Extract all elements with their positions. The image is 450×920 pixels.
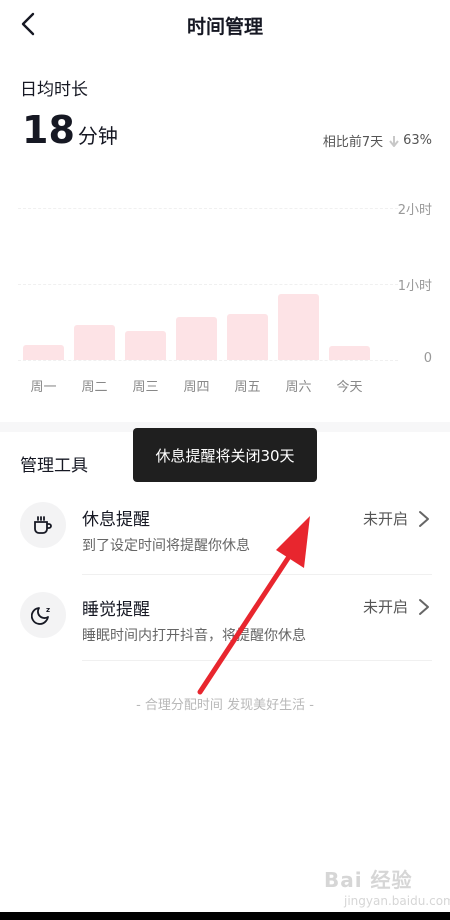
svg-text:z: z: [46, 606, 50, 614]
x-tick-label: 周二: [81, 380, 108, 395]
gridline: [18, 284, 398, 285]
x-tick-label: 周五: [234, 380, 261, 395]
management-tools-label: 管理工具: [20, 456, 88, 476]
x-tick-label: 今天: [336, 380, 363, 395]
compare-label: 相比前7天: [322, 135, 384, 150]
bar: [278, 294, 319, 360]
rest-reminder-title: 休息提醒: [82, 510, 150, 530]
compare-summary: 相比前7天 63%: [323, 131, 432, 150]
compare-percent: 63%: [403, 133, 432, 148]
y-tick-label: 2小时: [397, 203, 432, 218]
chevron-right-icon: [419, 511, 429, 527]
sleep-reminder-row[interactable]: z 睡觉提醒 睡眠时间内打开抖音，将提醒你休息 未开启: [0, 572, 450, 661]
chevron-right-icon: [419, 599, 429, 615]
moon-sleep-icon: z: [31, 606, 50, 625]
bar: [23, 344, 64, 360]
x-tick-label: 周一: [30, 380, 57, 395]
rest-reminder-desc: 到了设定时间将提醒你休息: [82, 538, 250, 554]
x-tick-label: 周六: [285, 380, 312, 395]
header: 时间管理: [0, 0, 450, 48]
y-tick-label: 0: [423, 351, 432, 366]
bar: [125, 330, 166, 360]
x-tick-label: 周三: [132, 380, 159, 395]
daily-duration: 18 分钟: [22, 108, 118, 152]
daily-duration-unit: 分钟: [77, 124, 118, 148]
daily-duration-label: 日均时长: [20, 80, 88, 100]
bottom-edge: [0, 912, 450, 920]
bar: [329, 346, 370, 360]
rest-reminder-status: 未开启: [362, 510, 408, 528]
watermark-text: Bai 经验: [324, 868, 413, 892]
down-arrow-icon: [389, 135, 399, 147]
x-tick-label: 周四: [183, 380, 210, 395]
gridline: [18, 360, 398, 361]
rest-reminder-icon-wrap: [20, 502, 66, 548]
rest-reminder-row[interactable]: 休息提醒 到了设定时间将提醒你休息 未开启: [0, 482, 450, 575]
row-separator: [82, 660, 432, 661]
baidu-watermark: Bai 经验 jingyan.baidu.com: [324, 862, 450, 912]
bar: [74, 324, 115, 360]
sleep-reminder-status: 未开启: [362, 598, 408, 616]
coffee-cup-icon: [34, 516, 52, 534]
bar: [176, 316, 217, 360]
watermark-sub: jingyan.baidu.com: [344, 894, 450, 908]
sleep-reminder-title: 睡觉提醒: [82, 600, 150, 620]
sleep-reminder-desc: 睡眠时间内打开抖音，将提醒你休息: [82, 628, 306, 644]
page-title: 时间管理: [186, 16, 263, 38]
sleep-reminder-icon-wrap: z: [20, 592, 66, 638]
footer-slogan: - 合理分配时间 发现美好生活 -: [136, 698, 314, 713]
weekly-usage-chart: 2小时 1小时 0 周一 周二 周三 周四 周五 周六 今天: [0, 190, 450, 400]
gridline: [18, 208, 398, 209]
bar: [227, 314, 268, 360]
toast-message: 休息提醒将关闭30天: [133, 428, 317, 482]
y-tick-label: 1小时: [397, 279, 432, 294]
daily-duration-value: 18: [22, 108, 75, 152]
